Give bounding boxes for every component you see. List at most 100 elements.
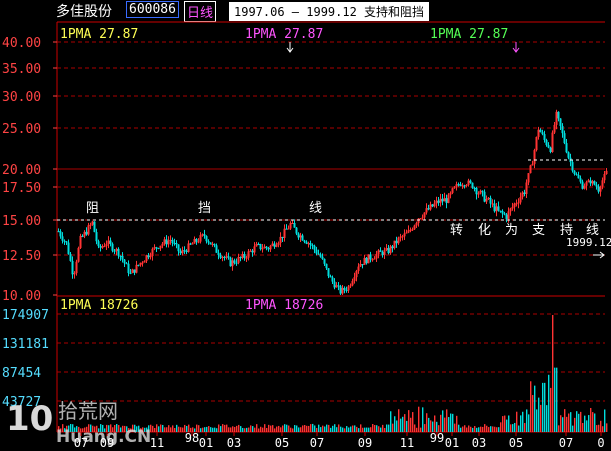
volume-bar: [518, 425, 520, 432]
resistance-label: 挡: [198, 201, 211, 216]
volume-bar: [542, 382, 544, 432]
volume-bar: [242, 427, 244, 432]
candle-body: [393, 240, 396, 249]
candle-body: [347, 286, 350, 291]
volume-bar: [282, 425, 284, 432]
volume-bar: [254, 427, 256, 432]
volume-bar: [472, 427, 474, 432]
candle-body: [153, 247, 156, 249]
volume-bar: [394, 416, 396, 432]
volume-bar: [262, 427, 264, 432]
volume-bar: [330, 427, 332, 432]
volume-bar: [454, 423, 456, 432]
volume-bar: [368, 427, 370, 432]
candle-body: [573, 170, 576, 175]
volume-bar: [358, 428, 360, 432]
volume-bar: [530, 381, 532, 432]
candle-body: [307, 243, 310, 245]
candle-body: [181, 250, 184, 254]
candle-body: [323, 258, 326, 264]
volume-bar: [512, 424, 514, 432]
candle-body: [229, 257, 232, 267]
volume-bar: [528, 414, 530, 432]
candle-body: [259, 243, 262, 249]
candle-body: [475, 187, 478, 195]
volume-bar: [174, 427, 176, 432]
volume-bar: [604, 409, 606, 432]
volume-bar: [372, 424, 374, 432]
candle-body: [469, 180, 472, 183]
volume-bar: [538, 397, 540, 432]
volume-bar: [480, 426, 482, 432]
candle-body: [407, 230, 410, 233]
candle-body: [559, 118, 562, 127]
candle-body: [525, 182, 528, 194]
price-tick-label: 40.00: [2, 36, 41, 51]
volume-bar: [336, 427, 338, 432]
volume-bar: [556, 367, 558, 432]
candle-body: [333, 281, 336, 288]
candle-body: [241, 254, 244, 258]
candle-body: [237, 257, 240, 263]
candle-body: [587, 180, 590, 183]
volume-bar: [416, 427, 418, 432]
candle-body: [567, 152, 570, 158]
volume-bar: [550, 387, 552, 432]
volume-bar: [208, 426, 210, 432]
volume-bar: [224, 424, 226, 432]
candle-body: [465, 184, 468, 186]
candle-body: [577, 174, 580, 179]
candle-body: [473, 187, 476, 189]
volume-tick-label: 131181: [2, 337, 49, 352]
candle-body: [325, 263, 328, 269]
candle-body: [423, 212, 426, 218]
volume-bar: [230, 427, 232, 432]
volume-bar: [442, 410, 444, 432]
candle-body: [429, 204, 432, 210]
kline-chart[interactable]: 40.00 35.00 30.00 25.00 20.00 17.50 15.00 12.50…: [0, 0, 611, 451]
volume-bar: [410, 417, 412, 432]
volume-bar: [478, 427, 480, 432]
volume-bar: [584, 415, 586, 432]
volume-bar: [404, 414, 406, 432]
candle-body: [437, 200, 440, 203]
volume-bar: [240, 426, 242, 432]
volume-bar: [452, 413, 454, 432]
volume-bar: [200, 428, 202, 432]
volume-bar: [264, 424, 266, 432]
candle-body: [599, 186, 602, 192]
candle-body: [455, 184, 458, 187]
x-axis-label: 11: [150, 436, 164, 450]
candle-body: [555, 111, 558, 125]
candle-body: [139, 262, 142, 266]
candle-body: [213, 243, 216, 246]
candle-body: [355, 270, 358, 278]
candle-body: [175, 243, 178, 245]
candle-body: [539, 129, 542, 133]
volume-bar: [350, 426, 352, 432]
candle-body: [215, 245, 218, 253]
candle-body: [127, 263, 130, 274]
candle-body: [561, 126, 564, 134]
volume-bar: [424, 424, 426, 432]
volume-bar: [476, 427, 478, 432]
volume-bar: [596, 425, 598, 432]
candle-body: [583, 185, 586, 189]
candle-body: [485, 198, 488, 202]
candle-body: [211, 243, 214, 245]
candle-body: [293, 222, 296, 228]
candle-body: [179, 251, 182, 254]
candle-body: [461, 185, 464, 187]
candle-body: [85, 231, 88, 235]
candle-body: [549, 147, 552, 152]
volume-bar: [594, 413, 596, 432]
volume-bar: [232, 426, 234, 432]
candle-body: [103, 246, 106, 248]
candle-body: [277, 242, 280, 246]
candle-body: [443, 198, 446, 202]
candle-body: [161, 243, 164, 246]
volume-bar: [276, 426, 278, 432]
candle-body: [329, 276, 332, 278]
volume-bar: [378, 426, 380, 432]
candle-body: [65, 241, 68, 243]
